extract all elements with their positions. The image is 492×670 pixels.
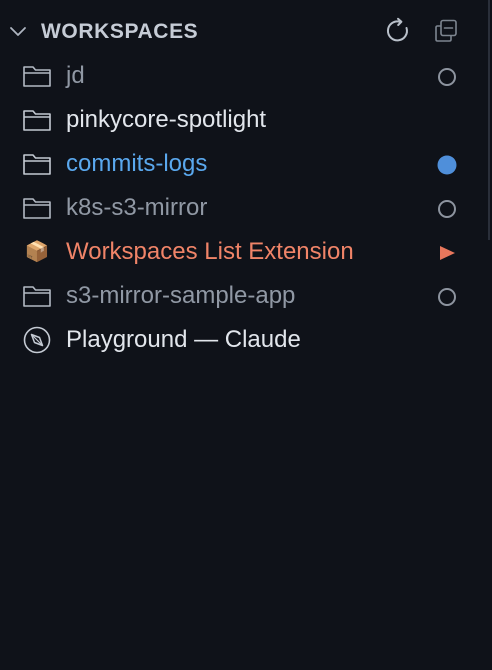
workspace-item-playground-claude[interactable]: Playground — Claude xyxy=(0,318,490,362)
folder-icon xyxy=(22,107,52,133)
workspace-label: Workspaces List Extension xyxy=(66,238,354,265)
status-outline-circle-icon xyxy=(436,198,458,220)
folder-icon xyxy=(22,151,52,177)
workspace-item-k8s-s3-mirror[interactable]: k8s-s3-mirror xyxy=(0,186,490,230)
collapse-all-icon xyxy=(432,17,460,50)
collapse-all-button[interactable] xyxy=(431,18,461,48)
section-header[interactable]: WORKSPACES xyxy=(0,12,490,52)
status-outline-circle-icon xyxy=(436,66,458,88)
workspace-label: s3-mirror-sample-app xyxy=(66,282,296,309)
status-play-triangle-icon xyxy=(436,242,458,264)
workspace-item-jd[interactable]: jd xyxy=(0,54,490,98)
compass-icon xyxy=(22,326,52,354)
section-title: WORKSPACES xyxy=(41,20,199,43)
status-outline-circle-icon xyxy=(436,286,458,308)
chevron-down-icon[interactable] xyxy=(8,22,28,42)
workspace-item-commits-logs[interactable]: commits-logs xyxy=(0,142,490,186)
refresh-button[interactable] xyxy=(383,17,413,50)
folder-icon xyxy=(22,195,52,221)
workspace-label: commits-logs xyxy=(66,150,208,177)
workspaces-panel: WORKSPACES jd pinkycore-spotlight commit… xyxy=(0,0,490,670)
package-icon: 📦 xyxy=(24,241,50,263)
workspace-item-s3-mirror-sample-app[interactable]: s3-mirror-sample-app xyxy=(0,274,490,318)
workspace-label: k8s-s3-mirror xyxy=(66,194,208,221)
workspace-item-pinkycore-spotlight[interactable]: pinkycore-spotlight xyxy=(0,98,490,142)
workspace-label: jd xyxy=(66,62,85,89)
folder-icon xyxy=(22,283,52,309)
status-filled-circle-icon xyxy=(436,154,458,176)
workspace-label: pinkycore-spotlight xyxy=(66,106,267,133)
workspace-label: Playground — Claude xyxy=(66,326,301,353)
workspace-list: jd pinkycore-spotlight commits-logs k8s-… xyxy=(0,54,490,362)
workspace-item-workspaces-list-extension[interactable]: 📦 Workspaces List Extension xyxy=(0,230,490,274)
refresh-icon xyxy=(384,17,412,50)
folder-icon xyxy=(22,63,52,89)
